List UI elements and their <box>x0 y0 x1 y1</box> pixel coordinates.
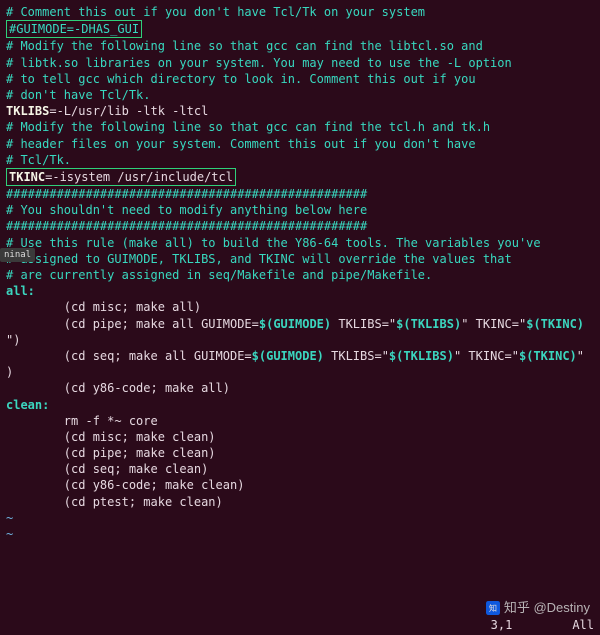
code-line: (cd ptest; make clean) <box>6 494 594 510</box>
code-line: # Modify the following line so that gcc … <box>6 119 594 135</box>
code-line: ########################################… <box>6 218 594 234</box>
code-line: ~ <box>6 510 594 526</box>
code-line: (cd seq; make all GUIMODE=$(GUIMODE) TKL… <box>6 348 594 364</box>
code-line: # Use this rule (make all) to build the … <box>6 235 594 251</box>
code-line: (cd pipe; make clean) <box>6 445 594 461</box>
code-line: (cd y86-code; make clean) <box>6 477 594 493</box>
code-line: # are currently assigned in seq/Makefile… <box>6 267 594 283</box>
scroll-indicator: All <box>572 617 594 633</box>
code-line: ~ <box>6 526 594 542</box>
code-line: ") <box>6 332 594 348</box>
code-line: # libtk.so libraries on your system. You… <box>6 55 594 71</box>
highlighted-line: #GUIMODE=-DHAS_GUI <box>6 20 142 38</box>
svg-text:知: 知 <box>489 603 497 613</box>
code-line: (cd misc; make all) <box>6 299 594 315</box>
code-line: TKLIBS=-L/usr/lib -ltk -ltcl <box>6 103 594 119</box>
code-line: (cd misc; make clean) <box>6 429 594 445</box>
code-line: # don't have Tcl/Tk. <box>6 87 594 103</box>
watermark: 知知乎 @Destiny <box>486 599 590 617</box>
code-line: (cd seq; make clean) <box>6 461 594 477</box>
code-line: # Tcl/Tk. <box>6 152 594 168</box>
status-bar: 3,1 All <box>6 617 594 633</box>
code-line: clean: <box>6 397 594 413</box>
zhihu-icon: 知 <box>486 601 500 615</box>
code-line: (cd y86-code; make all) <box>6 380 594 396</box>
code-line: # You shouldn't need to modify anything … <box>6 202 594 218</box>
code-line: rm -f *~ core <box>6 413 594 429</box>
code-line: ########################################… <box>6 186 594 202</box>
terminal-tab: ninal <box>0 248 35 262</box>
highlighted-line: TKINC=-isystem /usr/include/tcl <box>6 168 236 186</box>
code-line: # header files on your system. Comment t… <box>6 136 594 152</box>
code-editor: # Comment this out if you don't have Tcl… <box>6 4 594 542</box>
code-line: # to tell gcc which directory to look in… <box>6 71 594 87</box>
code-line: ) <box>6 364 594 380</box>
code-line: all: <box>6 283 594 299</box>
code-line: #GUIMODE=-DHAS_GUI <box>6 20 594 38</box>
code-line: # Modify the following line so that gcc … <box>6 38 594 54</box>
code-line: TKINC=-isystem /usr/include/tcl <box>6 168 594 186</box>
code-line: # assigned to GUIMODE, TKLIBS, and TKINC… <box>6 251 594 267</box>
cursor-position: 3,1 <box>491 617 513 633</box>
code-line: (cd pipe; make all GUIMODE=$(GUIMODE) TK… <box>6 316 594 332</box>
code-line: # Comment this out if you don't have Tcl… <box>6 4 594 20</box>
